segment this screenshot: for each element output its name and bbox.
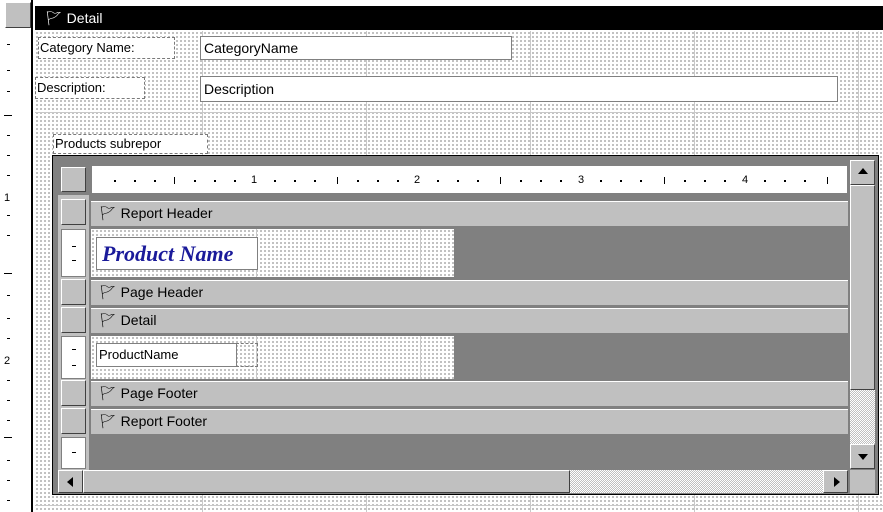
section-marker-icon: 🚩︎: [99, 284, 117, 300]
section-marker-icon: 🚩︎: [45, 10, 63, 26]
scrollbar-corner: [850, 470, 875, 493]
arrow-right-icon: [834, 477, 840, 487]
report-footer-ruler-cell: [61, 437, 86, 469]
vertical-ruler: 1 2: [0, 0, 33, 512]
sub-detail-label: Detail: [120, 312, 157, 328]
product-name-field[interactable]: ProductName: [96, 343, 237, 367]
hruler-2: 2: [414, 174, 421, 186]
scroll-up-button[interactable]: [850, 160, 875, 185]
category-name-field[interactable]: CategoryName: [200, 36, 512, 60]
report-header-section-bar[interactable]: 🚩︎ Report Header: [91, 201, 848, 227]
description-label[interactable]: Description:: [35, 77, 145, 99]
sub-detail-ruler-cell: [61, 336, 86, 379]
page-footer-selector[interactable]: [61, 380, 86, 406]
category-name-label[interactable]: Category Name:: [38, 37, 175, 59]
section-marker-icon: 🚩︎: [99, 312, 117, 328]
sub-detail-section-bar[interactable]: 🚩︎ Detail: [91, 308, 848, 334]
horizontal-scroll-thumb[interactable]: [83, 470, 570, 493]
subreport-selector-box[interactable]: [61, 167, 86, 192]
report-header-dark-area: [454, 229, 848, 277]
subreport-horizontal-ruler: 1 2 3 4: [91, 165, 848, 194]
report-footer-selector[interactable]: [61, 408, 86, 434]
page-header-label: Page Header: [120, 284, 204, 300]
report-footer-label: Report Footer: [120, 413, 208, 429]
sub-detail-dark-area: [454, 336, 848, 379]
page-header-section-bar[interactable]: 🚩︎ Page Header: [91, 280, 848, 306]
scroll-left-button[interactable]: [58, 470, 83, 493]
report-footer-dark-area: [91, 437, 848, 469]
hruler-4: 4: [742, 174, 749, 186]
arrow-up-icon: [858, 168, 868, 174]
report-header-ruler-cell: [61, 229, 86, 277]
page-footer-label: Page Footer: [120, 385, 198, 401]
page-footer-section-bar[interactable]: 🚩︎ Page Footer: [91, 381, 848, 407]
detail-section-label: Detail: [66, 10, 103, 26]
scroll-down-button[interactable]: [850, 444, 875, 469]
horizontal-scrollbar[interactable]: [58, 470, 848, 493]
page-header-selector[interactable]: [61, 279, 86, 305]
vertical-scroll-thumb[interactable]: [850, 185, 875, 390]
report-selector-box[interactable]: [5, 2, 31, 28]
sub-detail-selector[interactable]: [61, 307, 86, 333]
hruler-3: 3: [578, 174, 585, 186]
vruler-2: 2: [4, 355, 11, 367]
hruler-1: 1: [251, 174, 258, 186]
arrow-down-icon: [858, 454, 868, 460]
product-name-header-label[interactable]: Product Name: [96, 237, 258, 270]
vruler-1: 1: [4, 192, 11, 204]
section-marker-icon: 🚩︎: [99, 413, 117, 429]
vertical-scrollbar[interactable]: [850, 160, 875, 469]
section-marker-icon: 🚩︎: [99, 205, 117, 221]
report-header-selector[interactable]: [61, 199, 86, 225]
report-header-label: Report Header: [120, 205, 213, 221]
report-footer-section-bar[interactable]: 🚩︎ Report Footer: [91, 409, 848, 435]
scroll-right-button[interactable]: [823, 470, 848, 493]
detail-section-bar[interactable]: 🚩︎ Detail: [35, 6, 883, 30]
arrow-left-icon: [67, 477, 73, 487]
products-subreport-label[interactable]: Products subrepor: [53, 134, 208, 154]
section-marker-icon: 🚩︎: [99, 385, 117, 401]
description-field[interactable]: Description: [200, 76, 838, 102]
